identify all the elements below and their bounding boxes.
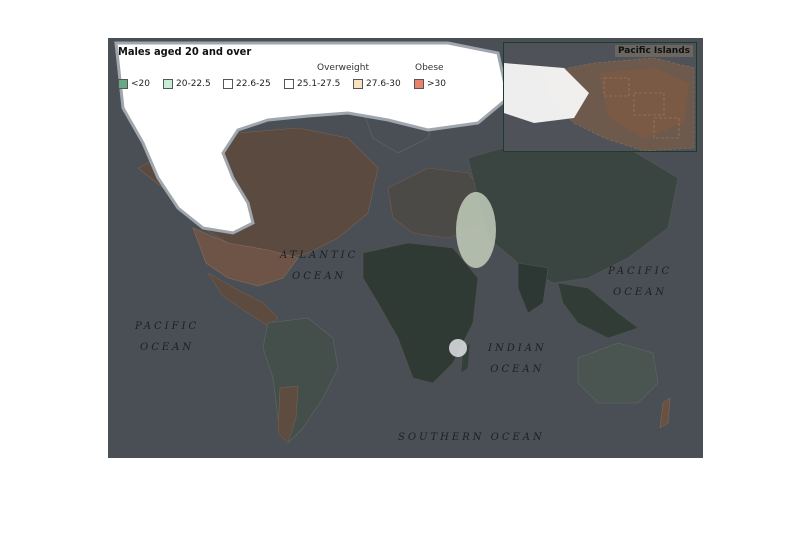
atlantic-label-line2: OCEAN — [292, 271, 347, 282]
southern-label-line: SOUTHERN OCEAN — [398, 432, 545, 443]
inset-title: Pacific Islands — [614, 45, 693, 57]
legend-item: 27.6-30 — [353, 79, 401, 89]
legend-swatch — [163, 79, 173, 89]
legend-label: 20-22.5 — [176, 79, 211, 89]
legend-label: 27.6-30 — [366, 79, 401, 89]
indian-ocean-label: INDIAN OCEAN — [488, 338, 547, 380]
legend-label: 25.1-27.5 — [297, 79, 341, 89]
pacific-west-ocean-label: PACIFIC OCEAN — [135, 316, 199, 358]
overweight-header: Overweight — [317, 63, 369, 73]
legend-swatch — [118, 79, 128, 89]
legend-swatch — [223, 79, 233, 89]
legend-swatch — [284, 79, 294, 89]
pacific-west-label-line2: OCEAN — [140, 342, 195, 353]
inset-canvas — [504, 43, 696, 151]
australia-land — [577, 342, 659, 404]
legend-title: Males aged 20 and over — [118, 45, 252, 58]
pacific-east-ocean-label: PACIFIC OCEAN — [608, 261, 672, 303]
africa-land — [362, 242, 479, 384]
new-zealand-land — [659, 397, 671, 429]
atlantic-ocean-label: ATLANTIC OCEAN — [280, 245, 358, 287]
legend-label: <20 — [131, 79, 150, 89]
central-asia-highlight — [456, 192, 496, 268]
pacific-east-label-line1: PACIFIC — [608, 266, 673, 277]
legend-item: <20 — [118, 79, 150, 89]
atlantic-label-line1: ATLANTIC — [280, 250, 359, 261]
india-land — [517, 262, 549, 314]
south-america-land — [262, 317, 339, 444]
pacific-west-label-line1: PACIFIC — [135, 321, 200, 332]
legend-item: 20-22.5 — [163, 79, 211, 89]
antarctica-edge — [108, 448, 703, 458]
legend-swatch — [353, 79, 363, 89]
obese-header: Obese — [415, 63, 444, 73]
indian-label-line2: OCEAN — [490, 364, 545, 375]
legend-item: 25.1-27.5 — [284, 79, 340, 89]
legend-label: >30 — [427, 79, 446, 89]
legend-item: 22.6-25 — [223, 79, 271, 89]
madagascar-highlight — [449, 339, 467, 357]
pacific-islands-inset: Pacific Islands — [503, 42, 697, 152]
indian-label-line1: INDIAN — [488, 343, 547, 354]
legend-swatch — [414, 79, 424, 89]
legend-label: 22.6-25 — [236, 79, 271, 89]
southern-ocean-label: SOUTHERN OCEAN — [398, 427, 545, 448]
pacific-east-label-line2: OCEAN — [613, 287, 668, 298]
legend-item: >30 — [414, 79, 446, 89]
